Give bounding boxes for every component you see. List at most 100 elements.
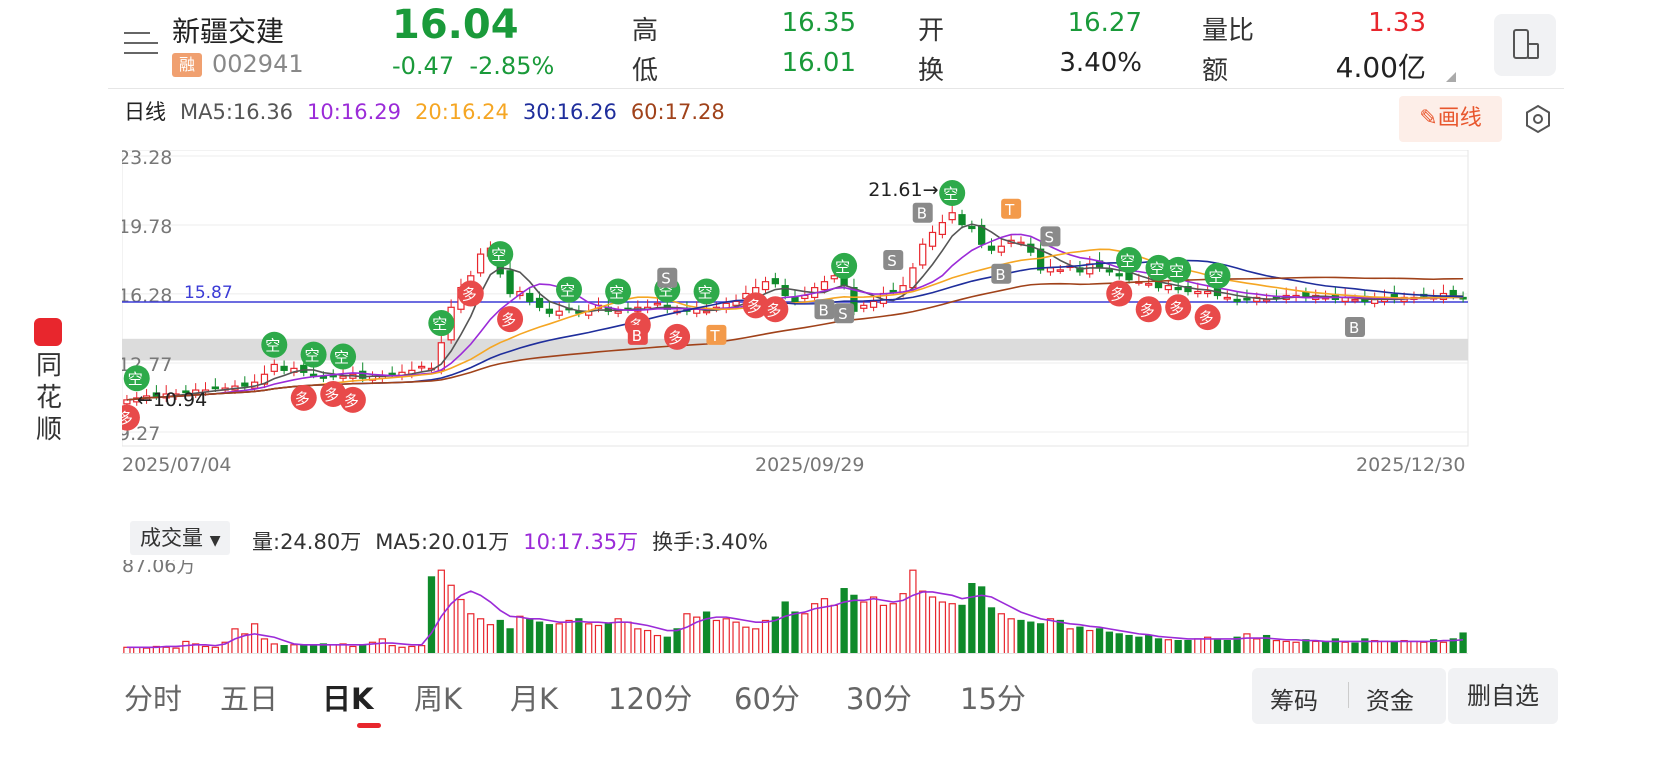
pencil-icon: ✎ bbox=[1419, 106, 1438, 131]
volume-bar bbox=[260, 638, 269, 654]
candle bbox=[771, 278, 779, 285]
short-signal-label: 空 bbox=[698, 284, 713, 302]
short-signal-label: 空 bbox=[305, 347, 320, 365]
volume-bar bbox=[1272, 639, 1281, 654]
volume-bar bbox=[683, 613, 691, 654]
stock-code: 002941 bbox=[212, 50, 304, 78]
volume-bar bbox=[850, 594, 858, 654]
draw-line-button[interactable]: ✎画线 bbox=[1399, 96, 1502, 142]
remove-watchlist-button[interactable]: 删自选 bbox=[1448, 668, 1558, 724]
volume-bar bbox=[1341, 641, 1349, 654]
volume-bar bbox=[398, 646, 406, 654]
volume-bar bbox=[938, 601, 947, 654]
settings-icon[interactable] bbox=[1522, 103, 1554, 135]
short-signal-label: 空 bbox=[334, 349, 349, 367]
short-signal-label: 空 bbox=[1169, 262, 1184, 280]
volume-bar bbox=[732, 621, 740, 654]
tab-6[interactable]: 60分 bbox=[734, 676, 800, 718]
device-switch-button[interactable] bbox=[1494, 14, 1556, 76]
volume-bar bbox=[997, 613, 1005, 654]
volume-bar bbox=[643, 629, 652, 654]
button-divider bbox=[1348, 682, 1349, 708]
volume-bar bbox=[1439, 641, 1448, 654]
volume-bar bbox=[1380, 640, 1389, 654]
candle bbox=[1223, 296, 1231, 300]
funds-button[interactable]: 资金 bbox=[1366, 681, 1414, 716]
volume-bar bbox=[545, 624, 554, 654]
volume-bar bbox=[349, 645, 357, 654]
tab-7[interactable]: 30分 bbox=[846, 676, 912, 718]
price-change: -0.47 -2.85% bbox=[392, 52, 554, 80]
short-signal-label: 空 bbox=[128, 370, 143, 388]
candle bbox=[958, 214, 966, 226]
volume-bar bbox=[1223, 639, 1231, 654]
tab-2[interactable]: 日K bbox=[322, 676, 373, 718]
volume-bar bbox=[1056, 619, 1064, 654]
turnover-value: 3.40% bbox=[1059, 48, 1142, 78]
ma60-value: 60:17.28 bbox=[630, 100, 725, 124]
candle bbox=[1115, 273, 1123, 277]
volume-bar bbox=[211, 646, 219, 654]
kline-chart[interactable]: 23.2819.7816.2812.779.2715.87多多多多多多多多 多多多… bbox=[122, 150, 1568, 480]
volume-bar bbox=[231, 628, 239, 654]
candle bbox=[309, 373, 318, 377]
tab-1[interactable]: 五日 bbox=[220, 676, 278, 718]
ma10-value: 10:16.29 bbox=[307, 100, 401, 124]
candle bbox=[889, 289, 897, 293]
tab-4[interactable]: 月K bbox=[510, 676, 558, 718]
volume-bar bbox=[653, 634, 662, 654]
volume-bar bbox=[555, 623, 563, 654]
trade-marker-label: B bbox=[632, 327, 642, 345]
volume-bar bbox=[1086, 629, 1094, 654]
trade-marker-label: S bbox=[661, 270, 671, 288]
ma5-line bbox=[126, 223, 1464, 401]
tab-8[interactable]: 15分 bbox=[960, 676, 1026, 718]
ths-logo-icon bbox=[34, 318, 62, 346]
ma-legend: 日线 MA5:16.36 10:16.29 20:16.24 30:16.26 60:17… bbox=[124, 96, 739, 126]
candle bbox=[781, 285, 789, 297]
volume-bar bbox=[270, 643, 278, 654]
volume-bar bbox=[624, 621, 632, 654]
volume-bar bbox=[280, 645, 288, 654]
trade-marker-label: T bbox=[709, 327, 720, 345]
chips-button[interactable]: 筹码 bbox=[1270, 681, 1318, 716]
volume-bar bbox=[309, 645, 318, 654]
volume-bar bbox=[418, 645, 426, 654]
tab-5[interactable]: 120分 bbox=[608, 676, 692, 718]
volume-bar bbox=[1076, 626, 1084, 654]
volume-bar bbox=[565, 619, 573, 654]
volume-chart[interactable]: 87.06万 bbox=[122, 560, 1568, 654]
candle bbox=[1194, 290, 1202, 295]
volume-bar bbox=[928, 596, 937, 654]
candle bbox=[555, 310, 563, 316]
volume-bar bbox=[182, 640, 190, 654]
reference-label: 15.87 bbox=[184, 283, 233, 303]
menu-icon[interactable] bbox=[124, 30, 158, 56]
y-tick-label: 19.78 bbox=[122, 216, 172, 238]
tab-0[interactable]: 分时 bbox=[124, 676, 182, 718]
trade-marker-label: B bbox=[917, 205, 927, 223]
long-signal-label: 多 bbox=[668, 329, 683, 347]
candle bbox=[702, 310, 711, 314]
long-signal-label: 多 bbox=[766, 301, 781, 319]
volume-bar bbox=[1312, 640, 1320, 654]
indicator-selector[interactable]: 成交量 ▼ bbox=[130, 521, 231, 555]
margin-badge: 融 bbox=[172, 53, 202, 77]
tab-3[interactable]: 周K bbox=[414, 676, 462, 718]
long-signal-label: 多 bbox=[295, 390, 310, 408]
volume-y-tick: 87.06万 bbox=[122, 560, 195, 577]
long-signal-label: 多 bbox=[324, 386, 339, 404]
y-tick-label: 23.28 bbox=[122, 150, 172, 169]
volume-bar bbox=[1174, 639, 1182, 654]
candle bbox=[928, 231, 937, 247]
x-tick-label: 2025/09/29 bbox=[755, 454, 865, 476]
volume-bar bbox=[1017, 619, 1025, 654]
brand-text: 同花顺 bbox=[35, 351, 62, 445]
volume-bar bbox=[1253, 638, 1261, 654]
expand-corner-icon[interactable] bbox=[1446, 72, 1456, 82]
volume-bar bbox=[359, 644, 367, 654]
candle bbox=[614, 310, 622, 314]
high-price-annotation: 21.61→ bbox=[868, 179, 938, 201]
candle bbox=[820, 281, 829, 291]
volume-bar bbox=[1233, 636, 1241, 654]
